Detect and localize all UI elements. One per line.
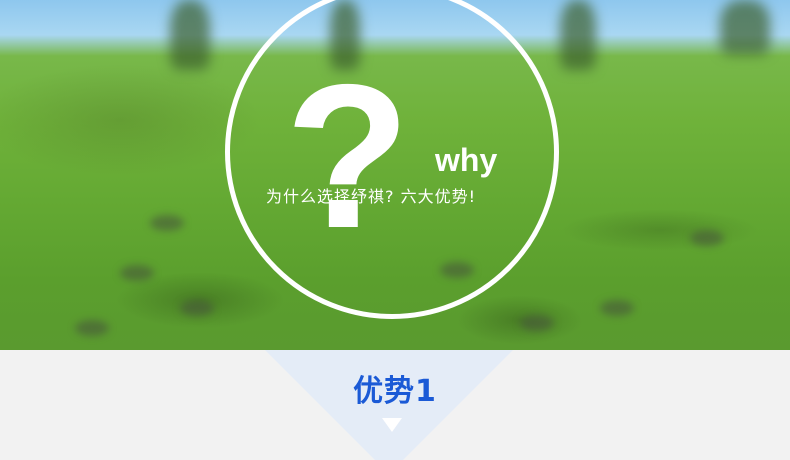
sheep-decoration (120, 265, 154, 281)
tree-decoration (170, 0, 210, 70)
sheep-decoration (75, 320, 109, 336)
tree-decoration (720, 0, 770, 55)
sheep-decoration (180, 300, 214, 316)
sheep-decoration (150, 215, 184, 231)
section-title: 优势1 (353, 374, 437, 409)
sheep-decoration (600, 300, 634, 316)
sheep-decoration (520, 315, 554, 331)
down-arrow-icon (382, 418, 402, 432)
question-mark-icon: ? (285, 42, 411, 271)
sheep-decoration (690, 230, 724, 246)
tree-decoration (560, 0, 596, 70)
hero-subtitle: 为什么选择纾祺? 六大优势! (266, 187, 476, 206)
why-text: why (435, 142, 498, 178)
